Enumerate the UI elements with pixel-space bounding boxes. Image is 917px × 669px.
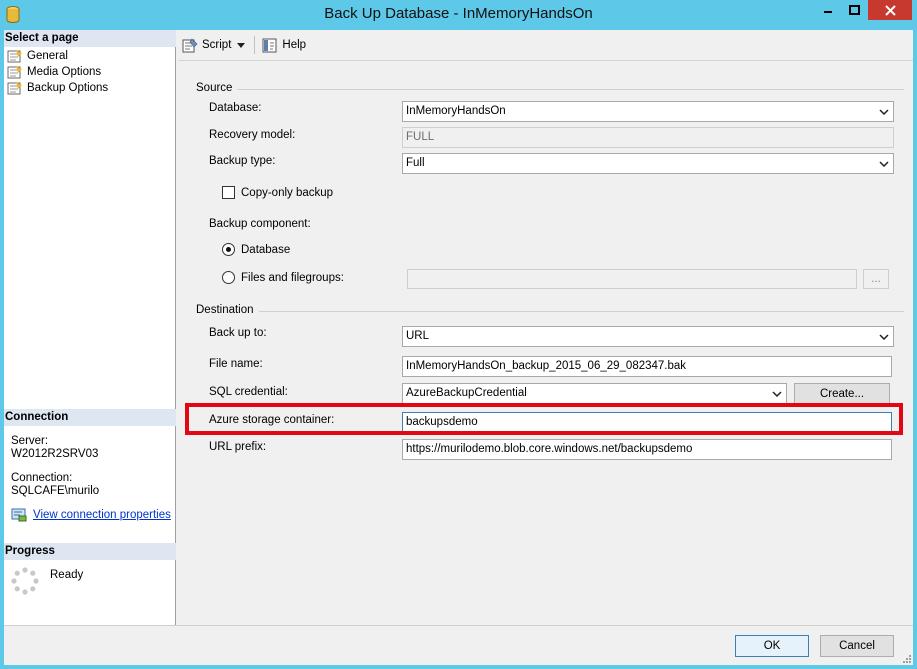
chevron-down-icon xyxy=(237,42,246,48)
toolbar-separator xyxy=(254,36,256,54)
maximize-button[interactable] xyxy=(841,0,868,20)
page-icon xyxy=(7,82,22,95)
page-item-backup-options[interactable]: Backup Options xyxy=(7,80,108,96)
component-files-radio[interactable]: Files and filegroups: xyxy=(222,271,344,284)
file-name-input[interactable]: InMemoryHandsOn_backup_2015_06_29_082347… xyxy=(402,356,892,377)
properties-icon xyxy=(11,508,27,522)
backup-type-label: Backup type: xyxy=(209,155,276,167)
copy-only-checkbox[interactable]: Copy-only backup xyxy=(222,186,333,199)
close-button[interactable] xyxy=(868,0,912,20)
radio-dot[interactable] xyxy=(222,243,235,256)
spinner-icon xyxy=(11,567,39,595)
page-item-label: Backup Options xyxy=(27,82,109,94)
highlight-box xyxy=(185,403,903,435)
script-label: Script xyxy=(202,39,232,51)
ok-button[interactable]: OK xyxy=(735,635,809,657)
connection-label: Connection: xyxy=(11,472,73,484)
component-files-label: Files and filegroups: xyxy=(241,271,344,284)
window-title: Back Up Database - InMemoryHandsOn xyxy=(324,5,593,22)
database-combo[interactable]: InMemoryHandsOn xyxy=(402,101,894,122)
left-pane: Select a page General Media Options Back… xyxy=(4,30,176,625)
sql-credential-combo[interactable]: AzureBackupCredential xyxy=(402,383,787,404)
cancel-button[interactable]: Cancel xyxy=(820,635,894,657)
back-up-to-combo[interactable]: URL xyxy=(402,326,894,347)
minimize-button[interactable] xyxy=(814,0,841,20)
progress-status: Ready xyxy=(50,569,84,581)
radio-dot[interactable] xyxy=(222,271,235,284)
database-value: InMemoryHandsOn xyxy=(406,105,506,117)
component-database-radio[interactable]: Database xyxy=(222,243,290,256)
connection-value: SQLCAFE\murilo xyxy=(11,485,100,497)
destination-group-line xyxy=(196,311,904,312)
source-group-line xyxy=(196,89,904,90)
url-prefix-label: URL prefix: xyxy=(209,441,267,453)
file-name-label: File name: xyxy=(209,358,263,370)
page-item-label: Media Options xyxy=(27,66,102,78)
filegroups-field xyxy=(407,269,857,289)
destination-group-label: Destination xyxy=(196,304,259,316)
copy-only-label: Copy-only backup xyxy=(241,186,334,199)
database-label: Database: xyxy=(209,102,262,114)
maximize-icon xyxy=(849,5,860,15)
view-connection-properties[interactable]: View connection properties xyxy=(11,508,171,522)
server-value: W2012R2SRV03 xyxy=(11,448,99,460)
help-icon xyxy=(262,38,277,52)
dialog-client: Select a page General Media Options Back… xyxy=(4,30,913,665)
page-icon xyxy=(7,50,22,63)
script-icon xyxy=(182,38,198,52)
resize-grip-icon[interactable] xyxy=(901,653,911,663)
checkbox-box[interactable] xyxy=(222,186,235,199)
recovery-model-label: Recovery model: xyxy=(209,129,296,141)
connection-header: Connection xyxy=(4,409,176,426)
page-icon xyxy=(7,66,22,79)
chevron-down-icon xyxy=(878,154,890,173)
back-up-to-label: Back up to: xyxy=(209,327,267,339)
back-up-to-value: URL xyxy=(406,330,430,342)
recovery-model-field: FULL xyxy=(402,127,894,148)
help-label: Help xyxy=(282,39,307,51)
server-label: Server: xyxy=(11,435,49,447)
minimize-icon xyxy=(823,11,832,13)
script-button[interactable]: Script xyxy=(178,34,235,56)
chevron-down-icon xyxy=(771,384,783,403)
page-item-general[interactable]: General xyxy=(7,48,68,64)
help-button[interactable]: Help xyxy=(258,34,310,56)
toolbar: Script Help xyxy=(178,30,913,61)
page-item-label: General xyxy=(27,50,68,62)
source-group-label: Source xyxy=(196,82,238,94)
url-prefix-input[interactable]: https://murilodemo.blob.core.windows.net… xyxy=(402,439,892,460)
browse-filegroups-button[interactable]: ... xyxy=(863,269,889,289)
chevron-down-icon xyxy=(878,102,890,121)
select-page-header: Select a page xyxy=(4,30,176,47)
sql-credential-label: SQL credential: xyxy=(209,386,288,398)
close-icon xyxy=(884,4,896,16)
script-dropdown-button[interactable] xyxy=(235,34,251,56)
backup-type-combo[interactable]: Full xyxy=(402,153,894,174)
view-connection-link[interactable]: View connection properties xyxy=(33,509,171,521)
progress-header: Progress xyxy=(4,543,176,560)
page-item-media-options[interactable]: Media Options xyxy=(7,64,101,80)
chevron-down-icon xyxy=(878,327,890,346)
backup-component-label: Backup component: xyxy=(209,218,311,230)
component-database-label: Database xyxy=(241,243,291,256)
title-bar: Back Up Database - InMemoryHandsOn xyxy=(0,0,917,30)
sql-credential-value: AzureBackupCredential xyxy=(406,387,527,399)
backup-type-value: Full xyxy=(406,157,425,169)
button-bar: OK Cancel xyxy=(4,625,913,665)
create-credential-button[interactable]: Create... xyxy=(794,383,890,405)
